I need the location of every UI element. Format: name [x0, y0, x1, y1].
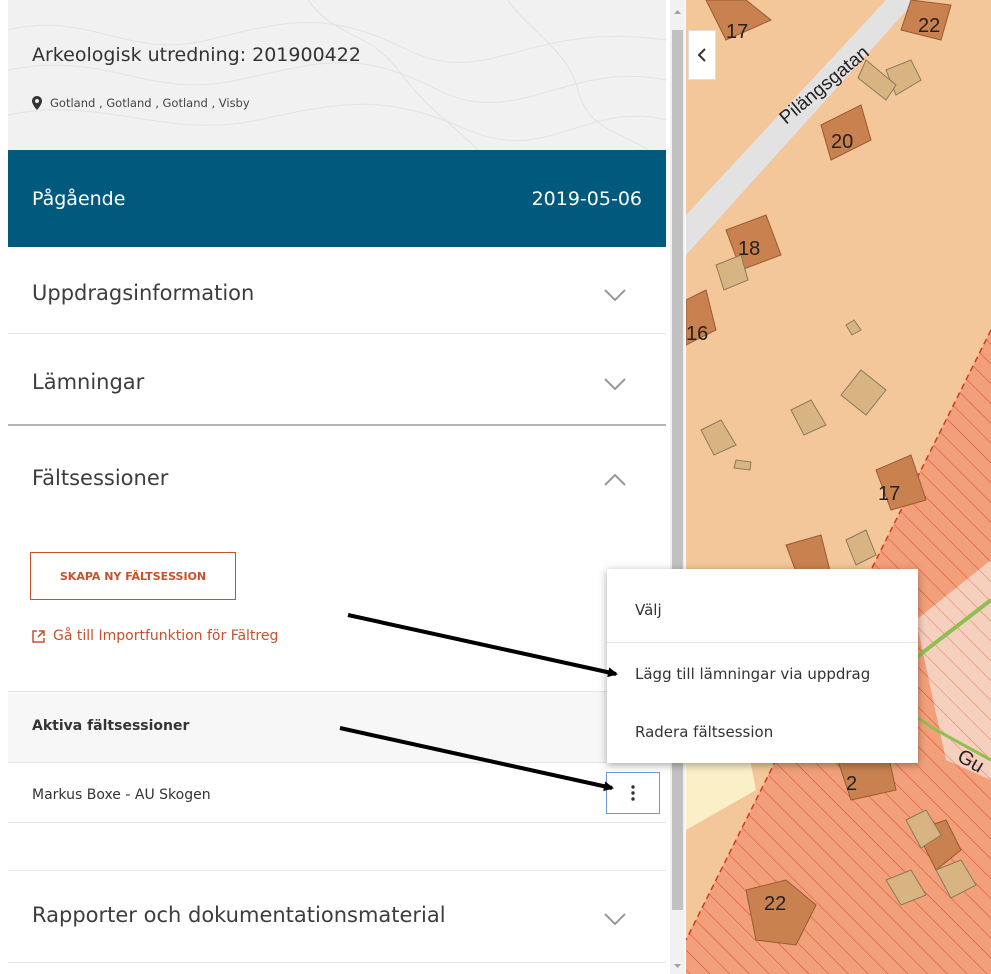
section-faltsessioner[interactable]: Fältsessioner [8, 432, 666, 522]
list-item[interactable]: Markus Boxe - AU Skogen [8, 763, 666, 823]
section-title: Uppdragsinformation [32, 281, 255, 305]
more-options-button[interactable] [606, 772, 660, 814]
import-link-label: Gå till Importfunktion för Fältreg [53, 628, 279, 644]
location-text: Gotland , Gotland , Gotland , Visby [50, 96, 250, 110]
create-field-session-button[interactable]: SKAPA NY FÄLTSESSION [30, 552, 236, 600]
map-marker-icon [32, 96, 42, 110]
active-sessions-header: Aktiva fältsessioner [8, 691, 666, 763]
map-number: 22 [918, 15, 940, 37]
map-number: 17 [726, 21, 748, 43]
menu-item-add-lamningar[interactable]: Lägg till lämningar via uppdrag [607, 645, 918, 703]
status-date: 2019-05-06 [531, 188, 642, 210]
section-uppdragsinformation[interactable]: Uppdragsinformation [8, 247, 666, 333]
chevron-down-icon [604, 289, 626, 301]
active-sessions-title: Aktiva fältsessioner [32, 718, 190, 734]
session-name: Markus Boxe - AU Skogen [32, 787, 211, 803]
left-panel: Arkeologisk utredning: 201900422 Gotland… [8, 0, 666, 974]
map-canvas[interactable]: 17 22 20 18 16 17 2 22 Pilängsgatan Gu [686, 0, 991, 974]
chevron-up-icon [604, 474, 626, 486]
divider [8, 424, 666, 426]
topo-background [8, 0, 666, 150]
divider [8, 333, 666, 334]
menu-item-delete-session[interactable]: Radera fältsession [607, 703, 918, 761]
map-number: 16 [686, 323, 708, 345]
status-bar: Pågående 2019-05-06 [8, 150, 666, 247]
map-number: 17 [878, 483, 900, 505]
collapse-panel-button[interactable] [688, 30, 716, 80]
chevron-down-icon [604, 378, 626, 390]
section-lamningar[interactable]: Lämningar [8, 336, 666, 424]
divider [8, 962, 666, 963]
scrollbar[interactable] [670, 0, 685, 974]
scroll-up-icon[interactable] [670, 6, 685, 18]
page-title: Arkeologisk utredning: 201900422 [32, 44, 361, 66]
chevron-down-icon [604, 913, 626, 925]
map-number: 22 [764, 893, 786, 915]
divider [607, 642, 918, 643]
chevron-left-icon [697, 48, 706, 62]
scroll-down-icon[interactable] [670, 960, 685, 972]
header: Arkeologisk utredning: 201900422 Gotland… [8, 0, 666, 150]
status-label: Pågående [32, 188, 126, 210]
scrollbar-thumb[interactable] [672, 30, 683, 910]
map-number: 20 [831, 131, 853, 153]
import-link[interactable]: Gå till Importfunktion för Fältreg [32, 628, 278, 644]
section-title: Rapporter och dokumentationsmaterial [32, 903, 446, 927]
kebab-menu-icon [631, 785, 635, 801]
section-title: Fältsessioner [32, 466, 169, 490]
map-view[interactable]: 17 22 20 18 16 17 2 22 Pilängsgatan Gu [686, 0, 991, 974]
context-menu: Välj Lägg till lämningar via uppdrag Rad… [607, 569, 918, 763]
menu-item-valj[interactable]: Välj [607, 581, 918, 639]
section-rapporter[interactable]: Rapporter och dokumentationsmaterial [8, 871, 666, 963]
location-line: Gotland , Gotland , Gotland , Visby [32, 96, 250, 110]
map-number: 18 [738, 238, 760, 260]
external-link-icon [32, 629, 45, 643]
map-number: 2 [846, 773, 857, 795]
section-title: Lämningar [32, 370, 145, 394]
